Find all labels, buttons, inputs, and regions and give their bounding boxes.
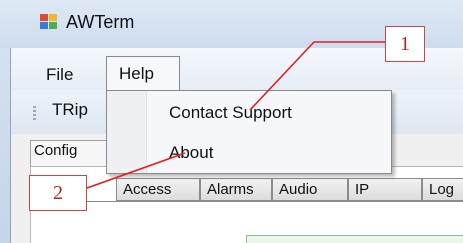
tab-config-label: Config [34,142,78,159]
tab-ip[interactable]: IP [348,178,422,201]
toolbar-grip-icon[interactable] [33,106,36,122]
callout-1: 1 [385,26,425,62]
app-window-icon [40,14,58,30]
green-panel [246,235,463,243]
window-title: AWTerm [66,12,135,32]
toolbar-label[interactable]: TRip [52,100,88,120]
menu-file[interactable]: File [46,60,73,90]
menu-item-contact-support[interactable]: Contact Support [169,103,292,123]
tab-log[interactable]: Log [422,178,463,201]
menu-help[interactable]: Help [106,56,180,90]
menu-icon-gutter [107,91,147,173]
tab-access[interactable]: Access [116,178,200,201]
tab-alarms[interactable]: Alarms [200,178,272,201]
help-dropdown-menu: Contact Support About [106,90,392,174]
application-window: AWTerm File Help TRip Config Access Alar… [0,0,463,243]
menu-item-about[interactable]: About [169,143,213,163]
callout-2: 2 [29,175,87,211]
tab-audio[interactable]: Audio [272,178,348,201]
